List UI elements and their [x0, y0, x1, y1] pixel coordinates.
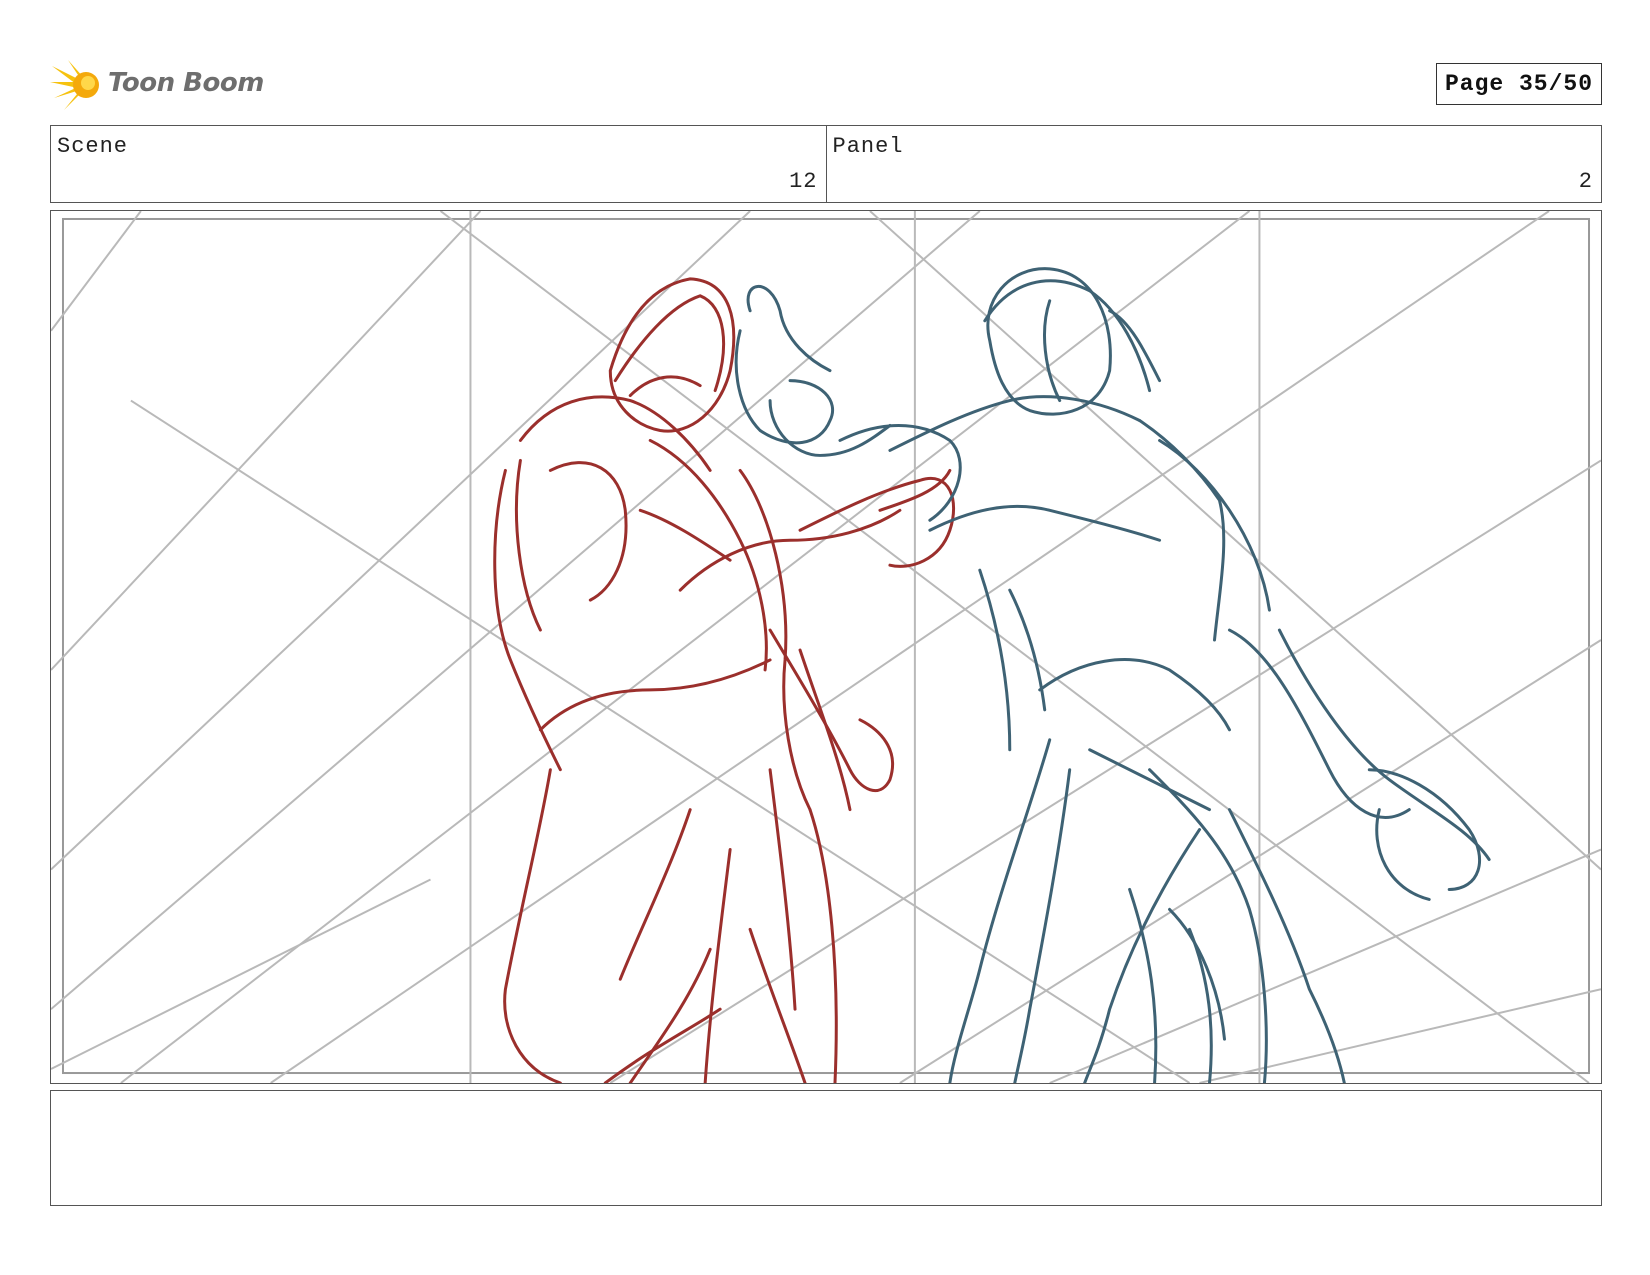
scene-label: Scene [57, 134, 129, 159]
scene-number: 12 [789, 169, 818, 194]
safe-frame [61, 217, 1591, 1075]
scene-cell: Scene 12 [51, 126, 826, 202]
perspective-guides [51, 211, 1601, 1083]
starburst-icon [50, 60, 99, 110]
panel-label: Panel [832, 134, 904, 159]
right-figure-sketch [734, 267, 1491, 1083]
panel-cell: Panel 2 [825, 126, 1602, 202]
panel-number: 2 [1578, 169, 1593, 194]
panel-notes-box [50, 1090, 1602, 1206]
toon-boom-logo: Toon Boom [50, 58, 264, 112]
scene-panel-info: Scene 12 Panel 2 [50, 125, 1602, 203]
storyboard-panel [50, 210, 1602, 1084]
logo-text: Toon Boom [108, 68, 264, 98]
page-indicator: Page 35/50 [1435, 63, 1602, 105]
panel-sketch [51, 211, 1601, 1083]
left-figure-sketch [493, 277, 955, 1083]
